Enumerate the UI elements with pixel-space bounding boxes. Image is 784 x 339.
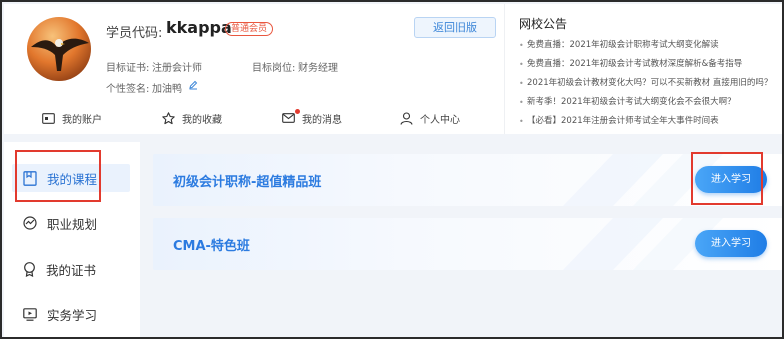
sidebar-item-practical-learning[interactable]: 实务学习 [12, 300, 130, 328]
course-name[interactable]: 初级会计职称-超值精品班 [173, 171, 321, 190]
unread-dot [295, 109, 300, 114]
sidebar-item-career-planning[interactable]: 职业规划 [12, 209, 130, 237]
sidebar-item-label: 实务学习 [47, 307, 98, 323]
profile-nav: 我的账户 我的收藏 我的消息 个人中心 [4, 108, 504, 130]
wallet-icon [42, 112, 55, 124]
sidebar-item-label: 我的证书 [46, 262, 97, 278]
signature-label: 个性签名: [106, 84, 150, 95]
announcement-item[interactable]: 免费直播：2021年初级会计考试教材深度解析&备考指导 [519, 55, 772, 74]
nav-my-messages[interactable]: 我的消息 [282, 108, 342, 128]
edit-pencil-icon[interactable] [188, 80, 198, 90]
back-to-old-version-button[interactable]: 返回旧版 [414, 17, 496, 38]
nav-my-messages-label: 我的消息 [302, 114, 342, 126]
member-badge: 普通会员 [225, 22, 274, 36]
announcement-item[interactable]: 【必看】2021年注册会计师考试全年大事件时间表 [519, 112, 772, 131]
announcement-title: 网校公告 [519, 17, 568, 31]
user-icon [400, 111, 413, 125]
signature-value: 加油鸭 [152, 84, 182, 95]
target-job-label: 目标岗位: [252, 63, 296, 74]
announcement-panel: 网校公告 免费直播：2021年初级会计职称考试大纲变化解读 免费直播：2021年… [504, 4, 782, 134]
announcement-list: 免费直播：2021年初级会计职称考试大纲变化解读 免费直播：2021年初级会计考… [519, 36, 772, 131]
course-card: CMA-特色班 进入学习 [153, 218, 782, 270]
student-code-value: kkappa [166, 18, 232, 37]
target-job-value: 财务经理 [298, 63, 338, 74]
eagle-avatar-icon [31, 38, 89, 71]
highlight-box-my-courses [15, 150, 101, 202]
nav-my-account-label: 我的账户 [62, 114, 102, 126]
nav-my-account[interactable]: 我的账户 [42, 108, 102, 128]
nav-personal-center[interactable]: 个人中心 [400, 108, 460, 128]
compass-icon [23, 216, 37, 230]
highlight-box-enter-study [691, 152, 763, 205]
sidebar-item-label: 职业规划 [47, 216, 98, 232]
student-code-label: 学员代码: [106, 26, 163, 41]
target-cert-label: 目标证书: [106, 63, 150, 74]
screen-icon [23, 307, 37, 321]
mail-icon [282, 113, 295, 123]
announcement-item[interactable]: 新考季！2021年初级会计考试大纲变化会不会很大啊？ [519, 93, 772, 112]
avatar[interactable] [27, 17, 91, 81]
announcement-item[interactable]: 2021年初级会计教材变化大吗？可以不买新教材 直接用旧的吗？ [519, 74, 772, 93]
window-frame: 学员代码: kkappa 普通会员 返回旧版 目标证书: 注册会计师 目标岗位:… [0, 0, 784, 339]
nav-my-favorites-label: 我的收藏 [182, 114, 222, 126]
nav-personal-center-label: 个人中心 [420, 114, 460, 126]
star-icon [162, 111, 175, 124]
sidebar-item-my-certificates[interactable]: 我的证书 [12, 255, 130, 283]
nav-my-favorites[interactable]: 我的收藏 [162, 108, 222, 128]
target-cert-value: 注册会计师 [152, 63, 202, 74]
course-name[interactable]: CMA-特色班 [173, 235, 250, 254]
announcement-item[interactable]: 免费直播：2021年初级会计职称考试大纲变化解读 [519, 36, 772, 55]
certificate-icon [24, 261, 35, 277]
course-card: 初级会计职称-超值精品班 进入学习 [153, 154, 782, 206]
enter-study-button[interactable]: 进入学习 [695, 230, 767, 257]
